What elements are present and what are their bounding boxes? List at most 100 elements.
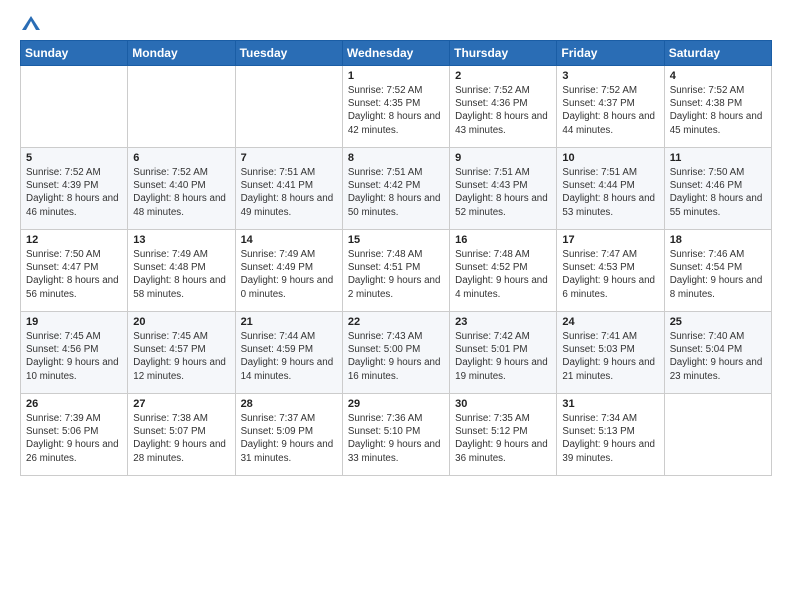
calendar-cell-w4-d1: 20 Sunrise: 7:45 AM Sunset: 4:57 PM Dayli… xyxy=(128,312,235,394)
calendar-cell-w1-d4: 2 Sunrise: 7:52 AM Sunset: 4:36 PM Daylig… xyxy=(450,66,557,148)
day-number: 7 xyxy=(241,152,337,164)
day-info: Sunrise: 7:52 AM Sunset: 4:38 PM Dayligh… xyxy=(670,84,766,137)
week-row-4: 19 Sunrise: 7:45 AM Sunset: 4:56 PM Dayli… xyxy=(21,312,772,394)
day-info: Sunrise: 7:51 AM Sunset: 4:41 PM Dayligh… xyxy=(241,166,337,219)
day-info: Sunrise: 7:44 AM Sunset: 4:59 PM Dayligh… xyxy=(241,330,337,383)
calendar-cell-w3-d3: 15Sunrise: 7:48 AM Sunset: 4:51 PM Dayli… xyxy=(342,230,449,312)
calendar-cell-w4-d6: 25Sunrise: 7:40 AM Sunset: 5:04 PM Dayli… xyxy=(664,312,771,394)
day-number: 20 xyxy=(133,316,229,328)
day-number: 6 xyxy=(133,152,229,164)
calendar-cell-w2-d2: 7 Sunrise: 7:51 AM Sunset: 4:41 PM Daylig… xyxy=(235,148,342,230)
calendar-cell-w5-d4: 30 Sunrise: 7:35 AM Sunset: 5:12 PM Dayli… xyxy=(450,394,557,476)
day-number: 25 xyxy=(670,316,766,328)
day-info: Sunrise: 7:45 AM Sunset: 4:56 PM Dayligh… xyxy=(26,330,122,383)
calendar-table: Sunday Monday Tuesday Wednesday Thursday… xyxy=(20,40,772,476)
calendar-cell-w1-d6: 4 Sunrise: 7:52 AM Sunset: 4:38 PM Daylig… xyxy=(664,66,771,148)
week-row-1: 1 Sunrise: 7:52 AM Sunset: 4:35 PM Daylig… xyxy=(21,66,772,148)
day-number: 31 xyxy=(562,398,658,410)
calendar-cell-w3-d4: 16 Sunrise: 7:48 AM Sunset: 4:52 PM Dayli… xyxy=(450,230,557,312)
day-info: Sunrise: 7:37 AM Sunset: 5:09 PM Dayligh… xyxy=(241,412,337,465)
day-number: 11 xyxy=(670,152,766,164)
calendar-cell-w1-d1 xyxy=(128,66,235,148)
day-number: 21 xyxy=(241,316,337,328)
day-info: Sunrise: 7:45 AM Sunset: 4:57 PM Dayligh… xyxy=(133,330,229,383)
calendar-cell-w2-d0: 5Sunrise: 7:52 AM Sunset: 4:39 PM Daylig… xyxy=(21,148,128,230)
col-thursday: Thursday xyxy=(450,41,557,66)
day-number: 4 xyxy=(670,70,766,82)
calendar-cell-w2-d3: 8 Sunrise: 7:51 AM Sunset: 4:42 PM Daylig… xyxy=(342,148,449,230)
day-number: 9 xyxy=(455,152,551,164)
day-info: Sunrise: 7:51 AM Sunset: 4:44 PM Dayligh… xyxy=(562,166,658,219)
day-number: 16 xyxy=(455,234,551,246)
day-number: 17 xyxy=(562,234,658,246)
calendar-cell-w1-d2 xyxy=(235,66,342,148)
logo xyxy=(20,16,40,30)
calendar-cell-w3-d2: 14 Sunrise: 7:49 AM Sunset: 4:49 PM Dayli… xyxy=(235,230,342,312)
day-number: 19 xyxy=(26,316,122,328)
logo-icon xyxy=(22,16,40,30)
day-info: Sunrise: 7:39 AM Sunset: 5:06 PM Dayligh… xyxy=(26,412,122,465)
calendar-cell-w5-d1: 27 Sunrise: 7:38 AM Sunset: 5:07 PM Dayli… xyxy=(128,394,235,476)
col-wednesday: Wednesday xyxy=(342,41,449,66)
calendar-cell-w3-d5: 17 Sunrise: 7:47 AM Sunset: 4:53 PM Dayli… xyxy=(557,230,664,312)
day-info: Sunrise: 7:52 AM Sunset: 4:36 PM Dayligh… xyxy=(455,84,551,137)
calendar-cell-w1-d5: 3 Sunrise: 7:52 AM Sunset: 4:37 PM Daylig… xyxy=(557,66,664,148)
day-info: Sunrise: 7:52 AM Sunset: 4:35 PM Dayligh… xyxy=(348,84,444,137)
calendar-cell-w4-d3: 22 Sunrise: 7:43 AM Sunset: 5:00 PM Dayli… xyxy=(342,312,449,394)
day-info: Sunrise: 7:49 AM Sunset: 4:49 PM Dayligh… xyxy=(241,248,337,301)
calendar-cell-w5-d2: 28 Sunrise: 7:37 AM Sunset: 5:09 PM Dayli… xyxy=(235,394,342,476)
day-info: Sunrise: 7:43 AM Sunset: 5:00 PM Dayligh… xyxy=(348,330,444,383)
day-info: Sunrise: 7:38 AM Sunset: 5:07 PM Dayligh… xyxy=(133,412,229,465)
week-row-5: 26Sunrise: 7:39 AM Sunset: 5:06 PM Dayli… xyxy=(21,394,772,476)
day-number: 13 xyxy=(133,234,229,246)
calendar-cell-w4-d5: 24Sunrise: 7:41 AM Sunset: 5:03 PM Dayli… xyxy=(557,312,664,394)
calendar-cell-w5-d6 xyxy=(664,394,771,476)
week-row-2: 5Sunrise: 7:52 AM Sunset: 4:39 PM Daylig… xyxy=(21,148,772,230)
day-number: 14 xyxy=(241,234,337,246)
day-info: Sunrise: 7:35 AM Sunset: 5:12 PM Dayligh… xyxy=(455,412,551,465)
header xyxy=(20,16,772,30)
col-tuesday: Tuesday xyxy=(235,41,342,66)
day-info: Sunrise: 7:51 AM Sunset: 4:43 PM Dayligh… xyxy=(455,166,551,219)
day-info: Sunrise: 7:51 AM Sunset: 4:42 PM Dayligh… xyxy=(348,166,444,219)
day-number: 22 xyxy=(348,316,444,328)
day-info: Sunrise: 7:50 AM Sunset: 4:46 PM Dayligh… xyxy=(670,166,766,219)
col-friday: Friday xyxy=(557,41,664,66)
day-info: Sunrise: 7:52 AM Sunset: 4:40 PM Dayligh… xyxy=(133,166,229,219)
day-info: Sunrise: 7:49 AM Sunset: 4:48 PM Dayligh… xyxy=(133,248,229,301)
day-info: Sunrise: 7:41 AM Sunset: 5:03 PM Dayligh… xyxy=(562,330,658,383)
day-number: 29 xyxy=(348,398,444,410)
day-info: Sunrise: 7:46 AM Sunset: 4:54 PM Dayligh… xyxy=(670,248,766,301)
calendar-cell-w4-d2: 21 Sunrise: 7:44 AM Sunset: 4:59 PM Dayli… xyxy=(235,312,342,394)
day-info: Sunrise: 7:48 AM Sunset: 4:51 PM Dayligh… xyxy=(348,248,444,301)
calendar-cell-w2-d1: 6 Sunrise: 7:52 AM Sunset: 4:40 PM Daylig… xyxy=(128,148,235,230)
day-info: Sunrise: 7:52 AM Sunset: 4:37 PM Dayligh… xyxy=(562,84,658,137)
day-number: 3 xyxy=(562,70,658,82)
calendar-cell-w2-d4: 9 Sunrise: 7:51 AM Sunset: 4:43 PM Daylig… xyxy=(450,148,557,230)
day-number: 10 xyxy=(562,152,658,164)
calendar-header-row: Sunday Monday Tuesday Wednesday Thursday… xyxy=(21,41,772,66)
calendar-cell-w1-d3: 1 Sunrise: 7:52 AM Sunset: 4:35 PM Daylig… xyxy=(342,66,449,148)
day-info: Sunrise: 7:47 AM Sunset: 4:53 PM Dayligh… xyxy=(562,248,658,301)
calendar-cell-w5-d0: 26Sunrise: 7:39 AM Sunset: 5:06 PM Dayli… xyxy=(21,394,128,476)
day-number: 8 xyxy=(348,152,444,164)
col-saturday: Saturday xyxy=(664,41,771,66)
calendar-cell-w1-d0 xyxy=(21,66,128,148)
day-number: 23 xyxy=(455,316,551,328)
day-number: 30 xyxy=(455,398,551,410)
day-number: 12 xyxy=(26,234,122,246)
day-info: Sunrise: 7:34 AM Sunset: 5:13 PM Dayligh… xyxy=(562,412,658,465)
calendar-cell-w2-d5: 10 Sunrise: 7:51 AM Sunset: 4:44 PM Dayli… xyxy=(557,148,664,230)
day-number: 27 xyxy=(133,398,229,410)
day-number: 18 xyxy=(670,234,766,246)
calendar-cell-w2-d6: 11 Sunrise: 7:50 AM Sunset: 4:46 PM Dayli… xyxy=(664,148,771,230)
calendar-cell-w4-d4: 23 Sunrise: 7:42 AM Sunset: 5:01 PM Dayli… xyxy=(450,312,557,394)
day-number: 28 xyxy=(241,398,337,410)
day-number: 1 xyxy=(348,70,444,82)
calendar-cell-w5-d3: 29Sunrise: 7:36 AM Sunset: 5:10 PM Dayli… xyxy=(342,394,449,476)
day-info: Sunrise: 7:42 AM Sunset: 5:01 PM Dayligh… xyxy=(455,330,551,383)
day-info: Sunrise: 7:48 AM Sunset: 4:52 PM Dayligh… xyxy=(455,248,551,301)
day-number: 2 xyxy=(455,70,551,82)
calendar-cell-w3-d6: 18 Sunrise: 7:46 AM Sunset: 4:54 PM Dayli… xyxy=(664,230,771,312)
week-row-3: 12Sunrise: 7:50 AM Sunset: 4:47 PM Dayli… xyxy=(21,230,772,312)
